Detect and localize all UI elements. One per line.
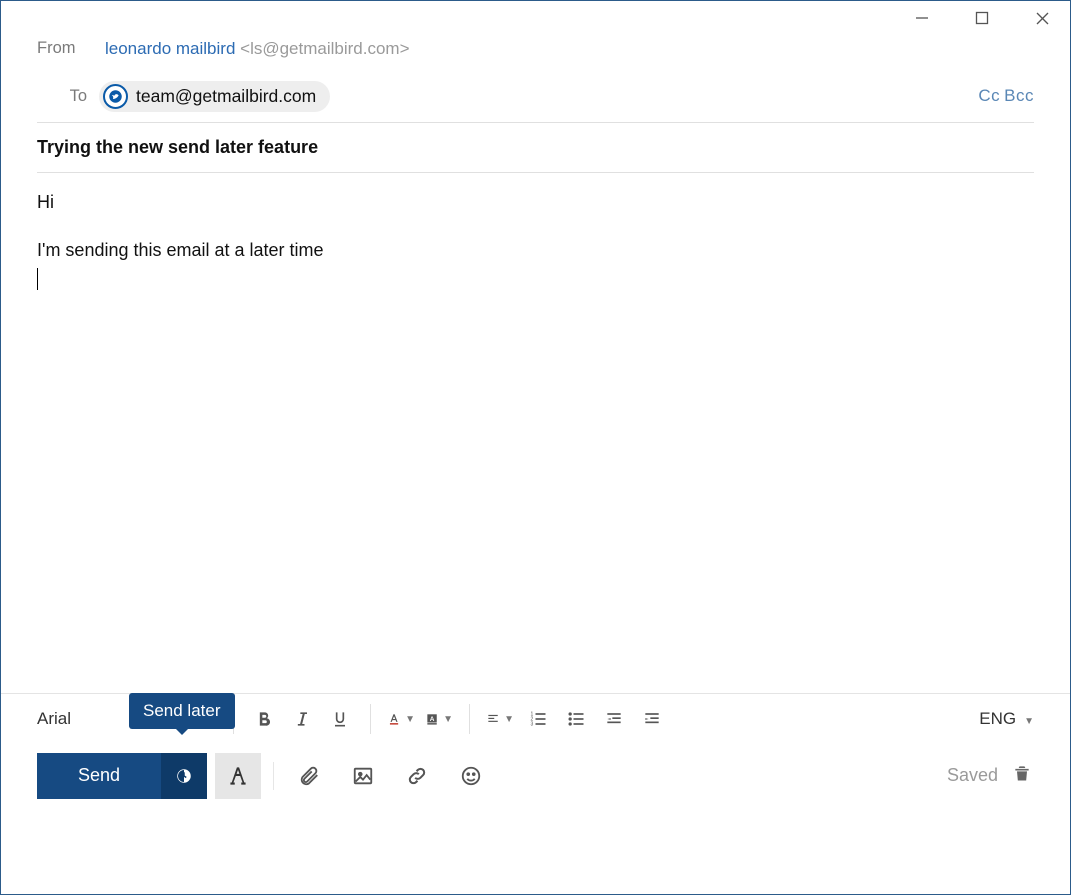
mailbird-logo-icon [103,84,128,109]
email-body[interactable]: Hi I'm sending this email at a later tim… [1,173,1070,693]
insert-image-button[interactable] [340,753,386,799]
body-blank-line [37,217,1034,235]
window-close-button[interactable] [1022,3,1062,33]
bcc-button[interactable]: Bcc [1004,84,1034,108]
svg-text:A: A [430,716,435,723]
emoji-button[interactable] [448,753,494,799]
outdent-button[interactable] [600,705,628,733]
language-value: ENG [979,709,1016,728]
recipient-chip[interactable]: team@getmailbird.com [99,81,330,112]
from-address: <ls@getmailbird.com> [240,39,409,58]
to-label: To [37,85,87,108]
send-later-button[interactable] [161,753,207,799]
body-line: Hi [37,187,1034,218]
window-minimize-button[interactable] [902,3,942,33]
svg-text:3: 3 [531,722,534,728]
subject-field[interactable]: Trying the new send later feature [1,123,1070,172]
font-family-value: Arial [37,709,71,728]
format-toggle-button[interactable] [215,753,261,799]
indent-button[interactable] [638,705,666,733]
to-row: To team@getmailbird.com Cc Bcc [1,73,1070,122]
cc-button[interactable]: Cc [978,84,1000,108]
from-label: From [37,37,87,60]
align-button[interactable]: ▼ [486,705,514,733]
numbered-list-button[interactable]: 123 [524,705,552,733]
language-select[interactable]: ENG▼ [979,709,1034,729]
discard-button[interactable] [1012,762,1034,789]
text-cursor [37,266,1034,297]
recipient-email: team@getmailbird.com [136,84,316,109]
body-line: I'm sending this email at a later time [37,235,1034,266]
from-value[interactable]: leonardo mailbird <ls@getmailbird.com> [105,37,410,61]
titlebar [1,1,1070,35]
highlight-color-button[interactable]: A▼ [425,705,453,733]
from-row: From leonardo mailbird <ls@getmailbird.c… [1,35,1070,73]
window-maximize-button[interactable] [962,3,1002,33]
send-later-tooltip: Send later [129,693,235,729]
saved-status: Saved [947,765,998,786]
send-button[interactable]: Send [37,753,161,799]
bullet-list-button[interactable] [562,705,590,733]
italic-button[interactable] [288,705,316,733]
action-bar: Send later Send Saved [1,745,1070,807]
underline-button[interactable] [326,705,354,733]
attach-button[interactable] [286,753,332,799]
separator [273,762,274,790]
from-name: leonardo mailbird [105,39,235,58]
bold-button[interactable] [250,705,278,733]
font-color-button[interactable]: ▼ [387,705,415,733]
insert-link-button[interactable] [394,753,440,799]
send-button-group: Send [37,753,207,799]
